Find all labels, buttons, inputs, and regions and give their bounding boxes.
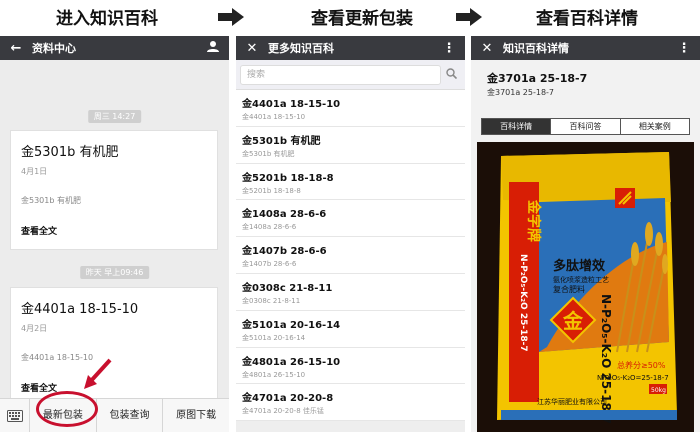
back-arrow-icon[interactable]: ←: [6, 41, 26, 56]
title-bar: ← 资料中心: [0, 36, 229, 60]
title-bar: ✕ 更多知识百科 ⋮: [236, 36, 465, 60]
caption-3: 查看百科详情: [536, 9, 638, 29]
bag-formula-small: N-P₂O₅-K₂O=25-18-7: [597, 374, 669, 382]
item-subtitle: 金4701a 20-20-8 佳乐锰: [242, 407, 324, 416]
item-title: 金1407b 28-6-6: [242, 246, 327, 258]
item-title: 金5201b 18-18-8: [242, 172, 334, 184]
item-subtitle: 金1407b 28-6-6: [242, 260, 297, 269]
keyboard-icon[interactable]: [0, 398, 30, 432]
page-title: 资料中心: [32, 42, 76, 55]
list-item[interactable]: 金4801a 26-15-10 金4801a 26-15-10: [236, 348, 465, 385]
more-options-icon[interactable]: ⋮: [439, 41, 459, 56]
card-summary: 金5301b 有机肥: [21, 196, 81, 205]
close-icon[interactable]: ✕: [242, 41, 262, 56]
tab-qa[interactable]: 百科问答: [551, 119, 621, 134]
bag-process: 氨化喷浆造粒工艺: [553, 275, 609, 284]
bag-formula-side: N-P₂O₅-K₂O 25-18-7: [518, 254, 528, 352]
item-subtitle: 金5101a 20-16-14: [242, 333, 306, 342]
search-icon[interactable]: [441, 67, 461, 82]
tab-details[interactable]: 百科详情: [482, 119, 552, 134]
item-title: 金5101a 20-16-14: [242, 319, 341, 331]
item-title: 金4701a 20-20-8: [242, 393, 334, 405]
item-subtitle: 金5201b 18-18-8: [242, 186, 301, 195]
card-title: 金4401a 18-15-10: [21, 302, 139, 317]
card-title: 金5301b 有机肥: [21, 145, 119, 160]
timestamp: 昨天 早上09:46: [79, 266, 150, 279]
product-subtitle: 金3701a 25-18-7: [487, 88, 555, 97]
card-date: 4月2日: [21, 324, 48, 333]
phone-resource-center: ← 资料中心 周三 14:27 金5301b 有机肥 4月1日 金5301b 有…: [0, 36, 229, 432]
phone-knowledge-detail: ✕ 知识百科详情 ⋮ 金3701a 25-18-7 金3701a 25-18-7…: [471, 36, 700, 432]
item-subtitle: 金4801a 26-15-10: [242, 370, 306, 379]
product-title: 金3701a 25-18-7: [487, 72, 588, 85]
item-subtitle: 金4401a 18-15-10: [242, 113, 306, 121]
search-input[interactable]: 搜索: [240, 64, 441, 85]
list-item[interactable]: 金4401a 18-15-10 金4401a 18-15-10: [236, 90, 465, 127]
article-card[interactable]: 金5301b 有机肥 4月1日 金5301b 有机肥 查看全文: [10, 130, 218, 250]
bag-nutrient: 总养分≥50%: [617, 360, 666, 370]
page-title: 知识百科详情: [503, 42, 569, 55]
product-image: 金字牌 N-P₂O₅-K₂O 25-18-7 多肽增效 氨化喷浆造粒工艺 复合肥…: [477, 142, 694, 432]
list-item[interactable]: 金1407b 28-6-6 金1407b 28-6-6: [236, 237, 465, 274]
card-date: 4月1日: [21, 167, 48, 176]
bag-slogan: 多肽增效: [553, 258, 606, 274]
more-options-icon[interactable]: ⋮: [674, 41, 694, 56]
message-area: 周三 14:27 金5301b 有机肥 4月1日 金5301b 有机肥 查看全文…: [0, 60, 229, 432]
page-title: 更多知识百科: [268, 42, 334, 55]
red-pointer-arrow-icon: [84, 358, 112, 389]
menu-original-download[interactable]: 原图下载: [163, 399, 229, 432]
highlight-circle: [36, 391, 98, 427]
item-title: 金5301b 有机肥: [242, 135, 321, 147]
arrow-right-icon: [218, 8, 244, 26]
item-subtitle: 金0308c 21-8-11: [242, 296, 301, 305]
detail-tabs: 百科详情 百科问答 相关案例: [481, 118, 690, 135]
bottom-menu-bar: 最新包装 包装查询 原图下载: [0, 398, 229, 432]
list-item[interactable]: 金5301b 有机肥 金5301b 有机肥: [236, 127, 465, 164]
close-icon[interactable]: ✕: [477, 41, 497, 56]
item-title: 金4401a 18-15-10: [242, 99, 341, 110]
list-item[interactable]: 金4701a 20-20-8 金4701a 20-20-8 佳乐锰: [236, 384, 465, 422]
item-subtitle: 金5301b 有机肥: [242, 149, 295, 158]
list-item[interactable]: 金5201b 18-18-8 金5201b 18-18-8: [236, 164, 465, 201]
menu-packaging-search[interactable]: 包装查询: [97, 398, 164, 432]
profile-icon[interactable]: [203, 40, 223, 56]
tab-related-cases[interactable]: 相关案例: [620, 119, 689, 134]
timestamp: 周三 14:27: [87, 110, 142, 123]
search-bar: 搜索: [236, 60, 465, 90]
title-bar: ✕ 知识百科详情 ⋮: [471, 36, 700, 60]
fertilizer-bag-image: 金字牌 N-P₂O₅-K₂O 25-18-7 多肽增效 氨化喷浆造粒工艺 复合肥…: [477, 142, 694, 432]
item-title: 金4801a 26-15-10: [242, 356, 341, 368]
product-header: 金3701a 25-18-7 金3701a 25-18-7: [471, 60, 700, 118]
item-title: 金1408a 28-6-6: [242, 209, 327, 221]
card-summary: 金4401a 18-15-10: [21, 353, 94, 362]
bag-emblem-char: 金: [562, 309, 584, 333]
bag-weight: 50kg: [651, 387, 666, 394]
bag-brand: 金字牌: [525, 199, 542, 242]
arrow-right-icon: [456, 8, 482, 26]
caption-2: 查看更新包装: [311, 9, 413, 29]
bag-type: 复合肥料: [553, 284, 585, 294]
list-item[interactable]: 金1408a 28-6-6 金1408a 28-6-6: [236, 200, 465, 238]
read-more-link[interactable]: 查看全文: [11, 206, 217, 247]
phone-more-knowledge: ✕ 更多知识百科 ⋮ 搜索 金4401a 18-15-10 金4401a 18-1…: [236, 36, 465, 432]
bag-company: 江苏华丽肥业有限公司: [537, 397, 607, 406]
article-card[interactable]: 金4401a 18-15-10 4月2日 金4401a 18-15-10 查看全…: [10, 287, 218, 407]
item-subtitle: 金1408a 28-6-6: [242, 223, 297, 232]
item-title: 金0308c 21-8-11: [242, 282, 333, 294]
list-item[interactable]: 金5101a 20-16-14 金5101a 20-16-14: [236, 311, 465, 348]
caption-1: 进入知识百科: [56, 9, 158, 29]
knowledge-list: 金4401a 18-15-10 金4401a 18-15-10 金5301b 有机…: [236, 90, 465, 422]
list-item[interactable]: 金0308c 21-8-11 金0308c 21-8-11: [236, 274, 465, 311]
